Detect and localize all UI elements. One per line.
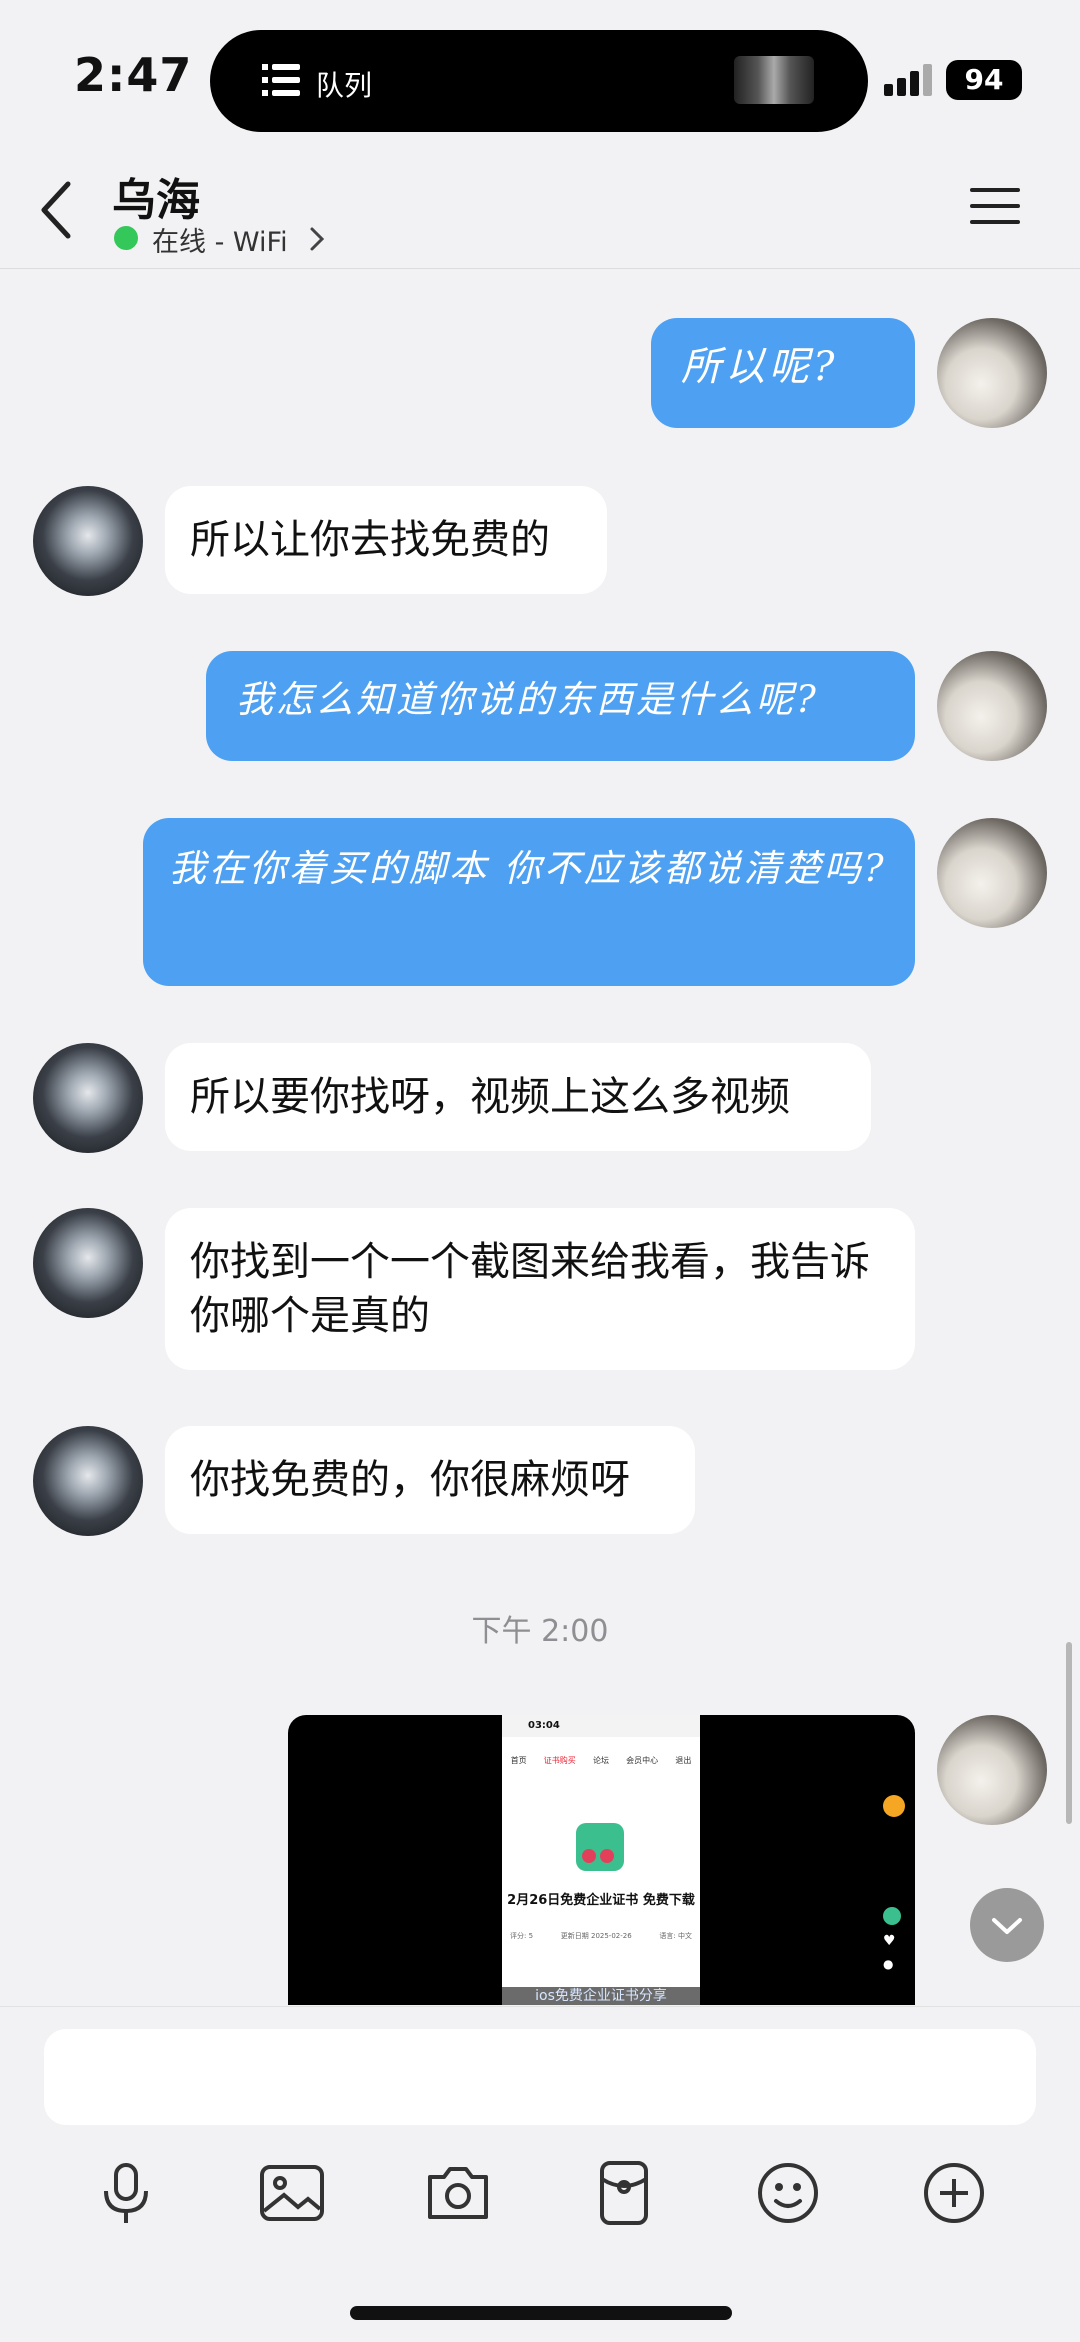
message-bubble-other[interactable]: 所以让你去找免费的 (165, 486, 607, 594)
screenshot-nav-item: 证书购买 (543, 1756, 576, 1765)
screenshot-meta-item: 语言: 中文 (659, 1932, 692, 1940)
screenshot-meta-item: 更新日期 2025-02-26 (560, 1932, 632, 1940)
red-packet-icon[interactable] (588, 2157, 660, 2229)
contact-avatar[interactable] (33, 1043, 143, 1153)
chat-timestamp: 下午 2:00 (471, 1614, 609, 1649)
status-time: 2:47 (74, 48, 193, 102)
screenshot-nav-item: 会员中心 (626, 1756, 659, 1765)
dynamic-island[interactable]: 队列 (210, 30, 868, 132)
battery-indicator: 94 (946, 60, 1022, 100)
message-bubble-self[interactable]: 我怎么知道你说的东西是什么呢? (206, 651, 915, 761)
home-indicator[interactable] (350, 2306, 732, 2320)
scroll-to-bottom-button[interactable] (970, 1888, 1044, 1962)
screenshot-nav: 首页 证书购买 论坛 会员中心 退出 (502, 1755, 700, 1766)
message-input[interactable] (44, 2029, 1036, 2125)
image-message[interactable]: 03:04 首页 证书购买 论坛 会员中心 退出 2月26日免费企业证书 免费下… (288, 1715, 915, 2005)
online-status-text[interactable]: 在线 - WiFi (152, 220, 288, 259)
message-bubble-other[interactable]: 所以要你找呀，视频上这么多视频 (165, 1043, 871, 1151)
heart-icon: ♥ (883, 1933, 896, 1949)
screenshot-status-bar: 03:04 (502, 1715, 700, 1737)
chat-header: 乌海 在线 - WiFi (0, 150, 1080, 269)
screenshot-caption: ios免费企业证书分享 (502, 1987, 700, 2005)
screenshot-meta: 评分: 5 更新日期 2025-02-26 语言: 中文 (510, 1931, 692, 1941)
self-avatar[interactable] (937, 651, 1047, 761)
comment-icon: ● (883, 1957, 894, 1971)
emoji-icon[interactable] (752, 2157, 824, 2229)
message-bubble-other[interactable]: 你找到一个一个截图来给我看，我告诉你哪个是真的 (165, 1208, 915, 1370)
video-side-icons: ♥ ● (883, 1725, 907, 1971)
avatar-icon (883, 1795, 905, 1817)
chevron-down-icon (992, 1918, 1022, 1934)
music-disc-icon (883, 1907, 901, 1925)
input-area (0, 2006, 1080, 2342)
screenshot-phone-screen: 03:04 首页 证书购买 论坛 会员中心 退出 2月26日免费企业证书 免费下… (502, 1715, 700, 2005)
contact-avatar[interactable] (33, 486, 143, 596)
app-logo-icon (576, 1823, 624, 1871)
message-bubble-self[interactable]: 我在你着买的脚本 你不应该都说清楚吗? (143, 818, 915, 986)
screenshot-nav-item: 退出 (675, 1756, 692, 1765)
screenshot-meta-item: 评分: 5 (510, 1932, 534, 1940)
screenshot-time: 03:04 (528, 1720, 560, 1731)
back-icon[interactable] (38, 180, 78, 240)
screenshot-nav-item: 论坛 (592, 1756, 609, 1765)
message-bubble-other[interactable]: 你找免费的，你很麻烦呀 (165, 1426, 695, 1534)
self-avatar[interactable] (937, 818, 1047, 928)
screenshot-nav-item: 首页 (510, 1756, 527, 1765)
message-bubble-self[interactable]: 所以呢? (651, 318, 915, 428)
microphone-icon[interactable] (90, 2157, 162, 2229)
online-status-dot (114, 226, 138, 250)
camera-icon[interactable] (422, 2157, 494, 2229)
self-avatar[interactable] (937, 1715, 1047, 1825)
now-playing-thumbnail (734, 56, 814, 104)
self-avatar[interactable] (937, 318, 1047, 428)
queue-icon (262, 64, 300, 96)
image-icon[interactable] (256, 2157, 328, 2229)
cellular-signal-icon (884, 64, 932, 96)
queue-label: 队列 (316, 69, 373, 102)
menu-icon[interactable] (970, 186, 1020, 226)
plus-icon[interactable] (918, 2157, 990, 2229)
screenshot-title: 2月26日免费企业证书 免费下载 (507, 1893, 695, 1908)
contact-avatar[interactable] (33, 1208, 143, 1318)
scrollbar[interactable] (1066, 1642, 1072, 1824)
chevron-right-icon (310, 227, 325, 251)
contact-name[interactable]: 乌海 (112, 164, 200, 228)
contact-avatar[interactable] (33, 1426, 143, 1536)
